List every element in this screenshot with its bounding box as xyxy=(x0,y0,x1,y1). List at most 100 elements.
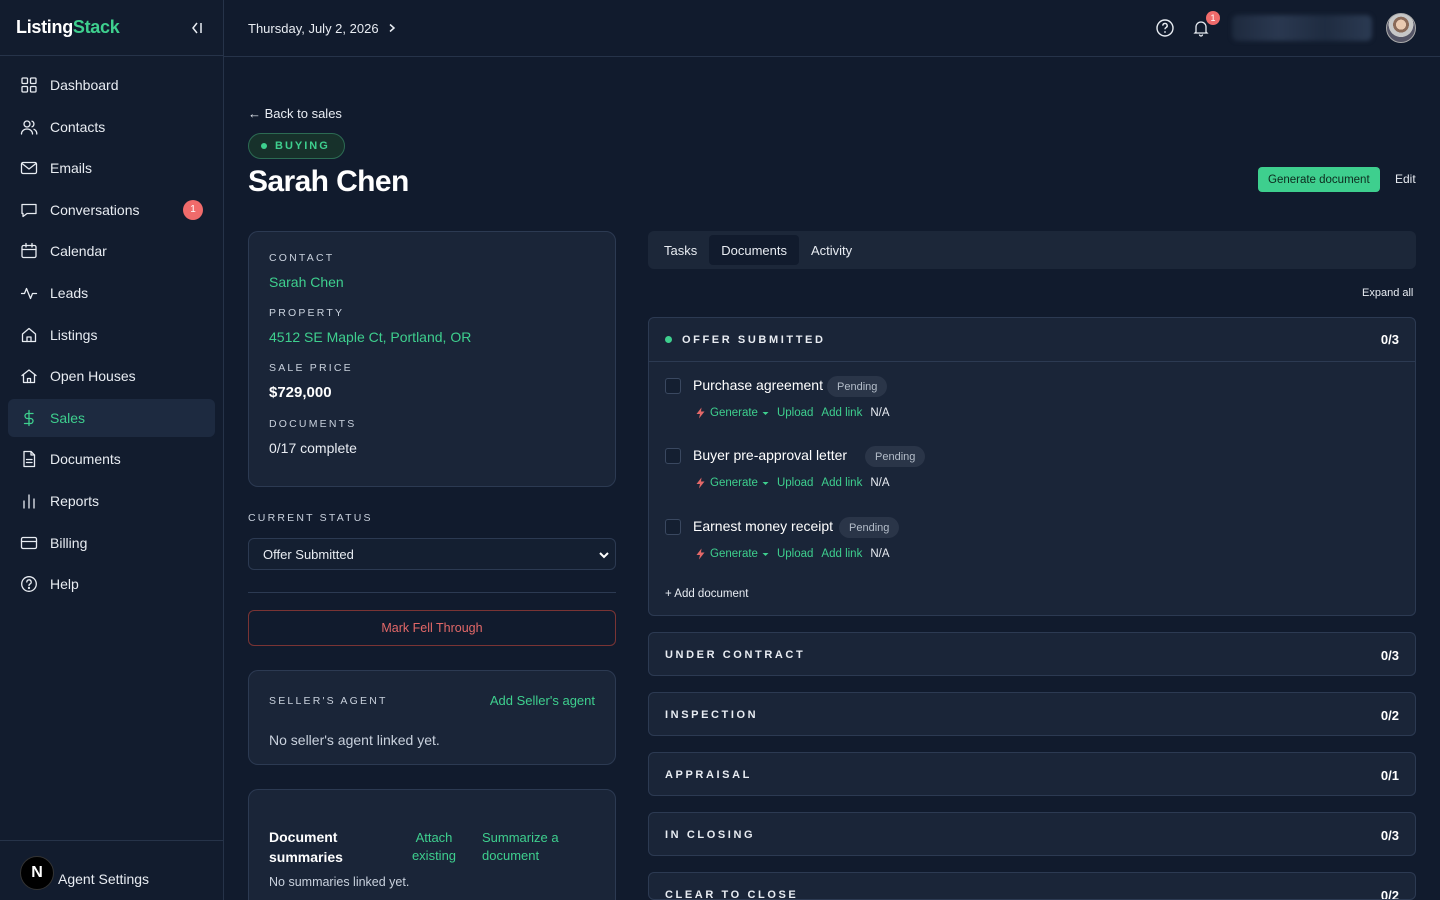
section-header[interactable]: UNDER CONTRACT 0/3 xyxy=(649,633,1415,677)
sidebar: ListingStack Dashboard Contacts Emails Conv… xyxy=(0,0,224,900)
agent-avatar[interactable]: N xyxy=(20,855,54,890)
upload-link[interactable]: Upload xyxy=(777,477,813,489)
dollar-icon xyxy=(20,409,38,427)
grid-icon xyxy=(20,76,38,94)
property-link[interactable]: 4512 SE Maple Ct, Portland, OR xyxy=(269,329,595,345)
calendar-icon xyxy=(20,242,38,260)
add-link-link[interactable]: Add link xyxy=(821,477,862,489)
sidebar-item-label: Open Houses xyxy=(50,368,136,385)
sidebar-item-label: Sales xyxy=(50,409,86,426)
house-icon xyxy=(20,367,38,385)
add-document-button[interactable]: + Add document xyxy=(665,588,748,600)
tab-documents[interactable]: Documents xyxy=(709,235,799,265)
help-icon[interactable] xyxy=(1154,17,1176,39)
pending-badge: Pending xyxy=(839,517,900,538)
document-name: Earnest money receipt xyxy=(693,518,834,534)
sidebar-item-emails[interactable]: Emails xyxy=(8,149,215,187)
tab-activity[interactable]: Activity xyxy=(799,235,864,265)
home-icon xyxy=(20,326,38,344)
date-selector[interactable]: Thursday, July 2, 2026 xyxy=(248,21,397,36)
section-count: 0/1 xyxy=(1380,767,1399,783)
sidebar-item-documents[interactable]: Documents xyxy=(8,440,215,478)
sidebar-item-label: Leads xyxy=(50,284,89,301)
brand-row: ListingStack xyxy=(0,0,223,56)
page-title: Sarah Chen xyxy=(248,165,409,198)
sidebar-item-label: Calendar xyxy=(50,243,107,260)
buying-badge: BUYING xyxy=(248,133,345,159)
sidebar-item-open-houses[interactable]: Open Houses xyxy=(8,357,215,395)
expand-all-button[interactable]: Expand all xyxy=(1362,287,1413,299)
section-offer-submitted: OFFER SUBMITTED 0/3 Purchase agreement Pe… xyxy=(648,317,1416,616)
lightning-icon xyxy=(696,548,705,560)
sidebar-item-billing[interactable]: Billing xyxy=(8,524,215,562)
edit-button[interactable]: Edit xyxy=(1395,172,1416,186)
lightning-icon xyxy=(696,477,705,489)
user-avatar[interactable] xyxy=(1386,13,1416,43)
agent-settings-label[interactable]: Agent Settings xyxy=(58,871,149,887)
upload-link[interactable]: Upload xyxy=(777,407,813,419)
sellers-agent-empty: No seller's agent linked yet. xyxy=(269,732,440,748)
document-checkbox[interactable] xyxy=(665,378,681,394)
document-checkbox[interactable] xyxy=(665,519,681,535)
na-label: N/A xyxy=(870,548,890,560)
brand-logo[interactable]: ListingStack xyxy=(16,17,120,38)
bar-chart-icon xyxy=(20,492,38,510)
sidebar-item-contacts[interactable]: Contacts xyxy=(8,108,215,146)
tab-bar: Tasks Documents Activity xyxy=(648,231,1416,269)
caret-down-icon xyxy=(762,411,769,415)
na-label: N/A xyxy=(870,407,890,419)
generate-document-button[interactable]: Generate document xyxy=(1258,167,1380,192)
sidebar-item-listings[interactable]: Listings xyxy=(8,316,215,354)
section-header[interactable]: IN CLOSING 0/3 xyxy=(649,813,1415,857)
sidebar-item-reports[interactable]: Reports xyxy=(8,482,215,520)
generate-dropdown[interactable]: Generate xyxy=(695,407,769,419)
contact-link[interactable]: Sarah Chen xyxy=(269,274,595,290)
sale-info-card: CONTACT Sarah Chen PROPERTY 4512 SE Mapl… xyxy=(248,231,616,487)
section-title: INSPECTION xyxy=(665,709,759,721)
unread-badge: 1 xyxy=(183,199,203,220)
add-link-link[interactable]: Add link xyxy=(821,548,862,560)
section-title: APPRAISAL xyxy=(665,769,752,781)
lightning-icon xyxy=(696,407,705,419)
section-header[interactable]: CLEAR TO CLOSE 0/2 xyxy=(649,873,1415,900)
sidebar-item-calendar[interactable]: Calendar xyxy=(8,232,215,270)
section-header[interactable]: APPRAISAL 0/1 xyxy=(649,753,1415,797)
card-icon xyxy=(20,534,38,552)
agent-settings[interactable]: N Agent Settings xyxy=(0,840,223,900)
sidebar-item-label: Reports xyxy=(50,492,100,509)
back-to-sales-link[interactable]: ← Back to sales xyxy=(248,106,342,121)
tab-tasks[interactable]: Tasks xyxy=(652,235,709,265)
generate-dropdown[interactable]: Generate xyxy=(695,477,769,489)
sale-price-label: SALE PRICE xyxy=(269,362,353,374)
documents-progress: 0/17 complete xyxy=(269,440,357,456)
add-link-link[interactable]: Add link xyxy=(821,407,862,419)
summarize-document-link[interactable]: Summarize a document xyxy=(482,829,572,865)
sidebar-item-sales[interactable]: Sales xyxy=(8,398,215,437)
generate-dropdown[interactable]: Generate xyxy=(695,548,769,560)
sidebar-item-dashboard[interactable]: Dashboard xyxy=(8,66,215,104)
mark-fell-through-button[interactable]: Mark Fell Through xyxy=(248,610,616,646)
sidebar-item-conversations[interactable]: Conversations 1 xyxy=(8,191,215,229)
notifications-bell-icon[interactable]: 1 xyxy=(1190,11,1220,39)
user-name-redacted[interactable] xyxy=(1232,15,1372,41)
caret-down-icon xyxy=(762,481,769,485)
collapse-sidebar-icon[interactable] xyxy=(187,18,207,38)
topbar: Thursday, July 2, 2026 1 xyxy=(224,0,1440,57)
section-clear-to-close: CLEAR TO CLOSE 0/2 xyxy=(648,872,1416,900)
attach-existing-link[interactable]: Attach existing xyxy=(409,829,459,865)
section-header[interactable]: INSPECTION 0/2 xyxy=(649,693,1415,737)
sidebar-item-help[interactable]: Help xyxy=(8,565,215,603)
na-label: N/A xyxy=(870,477,890,489)
current-status-label: CURRENT STATUS xyxy=(248,512,373,524)
section-under-contract: UNDER CONTRACT 0/3 xyxy=(648,632,1416,676)
add-sellers-agent-link[interactable]: Add Seller's agent xyxy=(490,693,595,708)
document-checkbox[interactable] xyxy=(665,448,681,464)
status-select[interactable]: Offer Submitted xyxy=(248,538,616,570)
section-header[interactable]: OFFER SUBMITTED 0/3 xyxy=(649,318,1415,362)
section-title: UNDER CONTRACT xyxy=(665,649,806,661)
upload-link[interactable]: Upload xyxy=(777,548,813,560)
sidebar-item-label: Listings xyxy=(50,326,98,343)
sidebar-item-leads[interactable]: Leads xyxy=(8,274,215,312)
property-label: PROPERTY xyxy=(269,307,345,319)
mail-icon xyxy=(20,159,38,177)
